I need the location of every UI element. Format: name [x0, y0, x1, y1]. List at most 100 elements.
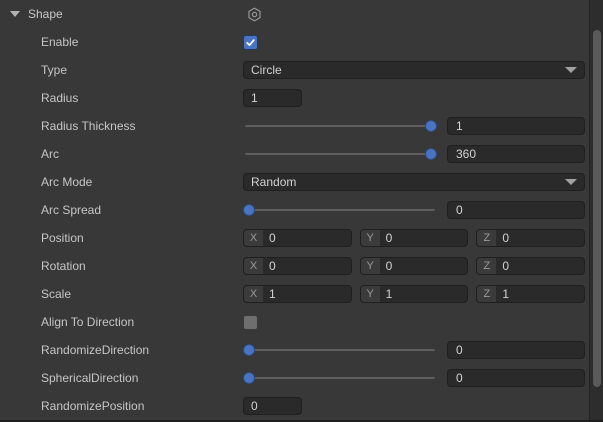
scale-y-field[interactable]: Y 1 [360, 285, 469, 303]
randomize-direction-control: 0 [243, 341, 585, 359]
radius-thickness-field[interactable]: 1 [447, 117, 585, 135]
chevron-down-icon [565, 179, 577, 185]
randomize-position-control: 0 [243, 397, 585, 415]
axis-y-label: Y [361, 258, 380, 274]
module-title: Shape [28, 7, 63, 21]
rotation-label: Rotation [41, 259, 243, 273]
randomize-position-label: RandomizePosition [41, 399, 243, 413]
position-control: X 0 Y 0 Z 0 [243, 229, 585, 247]
arc-spread-slider[interactable] [243, 201, 437, 219]
slider-track [245, 125, 435, 127]
shape-module-header[interactable]: Shape [0, 0, 603, 28]
axis-z-label: Z [477, 230, 496, 246]
check-icon [245, 37, 256, 48]
axis-z-label: Z [477, 286, 496, 302]
scale-z-value: 1 [496, 287, 509, 301]
slider-track [245, 153, 435, 155]
radius-thickness-slider[interactable] [243, 117, 437, 135]
spherical-direction-label: SphericalDirection [41, 371, 243, 385]
arc-spread-control: 0 [243, 201, 585, 219]
axis-x-label: X [244, 286, 263, 302]
arc-mode-control: Random [243, 173, 585, 191]
type-control: Circle [243, 61, 585, 79]
arc-value: 360 [456, 147, 476, 161]
slider-thumb[interactable] [243, 344, 255, 356]
enable-control [243, 35, 585, 50]
position-y-field[interactable]: Y 0 [360, 229, 469, 247]
arc-field[interactable]: 360 [447, 145, 585, 163]
spherical-direction-control: 0 [243, 369, 585, 387]
radius-label: Radius [41, 91, 243, 105]
spherical-direction-slider[interactable] [243, 369, 437, 387]
position-z-field[interactable]: Z 0 [476, 229, 585, 247]
slider-track [245, 349, 435, 351]
type-dropdown-value: Circle [251, 63, 282, 77]
scale-x-field[interactable]: X 1 [243, 285, 352, 303]
rotation-y-field[interactable]: Y 0 [360, 257, 469, 275]
row-position: Position X 0 Y 0 Z 0 [0, 224, 603, 252]
row-arc-mode: Arc Mode Random [0, 168, 603, 196]
row-randomize-position: RandomizePosition 0 [0, 392, 603, 420]
rotation-x-field[interactable]: X 0 [243, 257, 352, 275]
row-randomize-direction: RandomizeDirection 0 [0, 336, 603, 364]
arc-spread-field[interactable]: 0 [447, 201, 585, 219]
radius-thickness-control: 1 [243, 117, 585, 135]
spherical-direction-field[interactable]: 0 [447, 369, 585, 387]
position-y-value: 0 [380, 231, 393, 245]
slider-thumb[interactable] [243, 372, 255, 384]
row-spherical-direction: SphericalDirection 0 [0, 364, 603, 392]
foldout-triangle-icon[interactable] [10, 11, 20, 17]
row-radius: Radius 1 [0, 84, 603, 112]
axis-x-label: X [244, 230, 263, 246]
arc-label: Arc [41, 147, 243, 161]
row-arc: Arc 360 [0, 140, 603, 168]
slider-thumb[interactable] [425, 120, 437, 132]
radius-thickness-label: Radius Thickness [41, 119, 243, 133]
randomize-direction-slider[interactable] [243, 341, 437, 359]
shape-module-panel: Shape Enable Type Circle [0, 0, 603, 422]
randomize-direction-label: RandomizeDirection [41, 343, 243, 357]
arc-mode-dropdown[interactable]: Random [243, 173, 585, 191]
arc-control: 360 [243, 145, 585, 163]
align-to-direction-label: Align To Direction [41, 315, 243, 329]
arc-spread-value: 0 [456, 203, 463, 217]
randomize-position-field[interactable]: 0 [243, 397, 302, 415]
scrollbar-thumb[interactable] [593, 30, 601, 387]
radius-thickness-value: 1 [456, 119, 463, 133]
enable-checkbox[interactable] [243, 35, 258, 50]
align-to-direction-checkbox[interactable] [243, 315, 258, 330]
scale-z-field[interactable]: Z 1 [476, 285, 585, 303]
row-align-to-direction: Align To Direction [0, 308, 603, 336]
arc-mode-label: Arc Mode [41, 175, 243, 189]
vertical-scrollbar[interactable] [589, 0, 603, 420]
slider-thumb[interactable] [425, 148, 437, 160]
arc-spread-label: Arc Spread [41, 203, 243, 217]
rotation-x-value: 0 [263, 259, 276, 273]
arc-slider[interactable] [243, 145, 437, 163]
rotation-z-value: 0 [496, 259, 509, 273]
scale-y-value: 1 [380, 287, 393, 301]
position-z-value: 0 [496, 231, 509, 245]
type-label: Type [41, 63, 243, 77]
row-enable: Enable [0, 28, 603, 56]
randomize-direction-field[interactable]: 0 [447, 341, 585, 359]
slider-thumb[interactable] [243, 204, 255, 216]
type-dropdown[interactable]: Circle [243, 61, 585, 79]
position-x-value: 0 [263, 231, 276, 245]
radius-control: 1 [243, 89, 585, 107]
radius-field[interactable]: 1 [243, 89, 302, 107]
rotation-z-field[interactable]: Z 0 [476, 257, 585, 275]
chevron-down-icon [565, 67, 577, 73]
randomize-position-value: 0 [251, 399, 258, 413]
slider-track [245, 209, 435, 211]
arc-mode-dropdown-value: Random [251, 175, 296, 189]
row-rotation: Rotation X 0 Y 0 Z 0 [0, 252, 603, 280]
axis-x-label: X [244, 258, 263, 274]
axis-y-label: Y [361, 230, 380, 246]
row-scale: Scale X 1 Y 1 Z 1 [0, 280, 603, 308]
axis-y-label: Y [361, 286, 380, 302]
position-x-field[interactable]: X 0 [243, 229, 352, 247]
rotation-control: X 0 Y 0 Z 0 [243, 257, 585, 275]
preset-hexagon-icon[interactable] [247, 7, 262, 22]
radius-value: 1 [251, 91, 258, 105]
